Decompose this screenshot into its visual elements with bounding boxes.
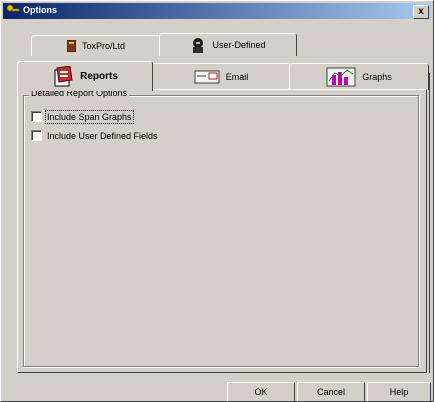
tab-label: Reports bbox=[80, 71, 118, 82]
tab-label: ToxPro/Ltd bbox=[81, 41, 126, 51]
include-span-graphs-option[interactable]: Include Span Graphs bbox=[31, 109, 134, 124]
include-user-defined-fields-option[interactable]: Include User Defined Fields bbox=[31, 130, 158, 141]
cancel-label: Cancel bbox=[316, 387, 345, 397]
book-icon bbox=[66, 40, 76, 52]
include-user-defined-fields-label: Include User Defined Fields bbox=[47, 130, 158, 141]
include-span-graphs-checkbox[interactable] bbox=[31, 111, 42, 122]
tab-user-defined[interactable]: User-Defined bbox=[159, 33, 297, 56]
include-user-defined-fields-checkbox[interactable] bbox=[31, 130, 42, 141]
cancel-button[interactable]: Cancel bbox=[297, 382, 365, 402]
tab-reports[interactable]: Reports bbox=[17, 61, 153, 91]
report-icon bbox=[54, 65, 73, 86]
tab-label: Email bbox=[225, 72, 249, 82]
graph-icon bbox=[326, 67, 356, 87]
include-span-graphs-label: Include Span Graphs bbox=[45, 109, 134, 124]
help-label: Help bbox=[389, 387, 409, 397]
tab-email[interactable]: Email bbox=[151, 63, 291, 90]
window-title: Options bbox=[23, 5, 57, 15]
ok-button[interactable]: OK bbox=[227, 382, 295, 402]
tab-toxpro-ltd[interactable]: ToxPro/Ltd bbox=[31, 35, 161, 56]
options-dialog: Options x ToxPro/Ltd User-Defined Report… bbox=[0, 0, 434, 402]
email-icon bbox=[194, 70, 220, 84]
tab-label: User-Defined bbox=[212, 40, 266, 50]
ok-label: OK bbox=[254, 387, 268, 397]
title-bar[interactable]: Options x bbox=[3, 3, 431, 19]
person-icon bbox=[193, 38, 204, 53]
tab-stack-edge bbox=[425, 73, 430, 373]
tab-label: Graphs bbox=[362, 72, 392, 82]
close-button[interactable]: x bbox=[413, 5, 429, 19]
key-icon bbox=[6, 4, 20, 12]
tab-graphs[interactable]: Graphs bbox=[289, 63, 429, 90]
help-button[interactable]: Help bbox=[367, 382, 431, 402]
